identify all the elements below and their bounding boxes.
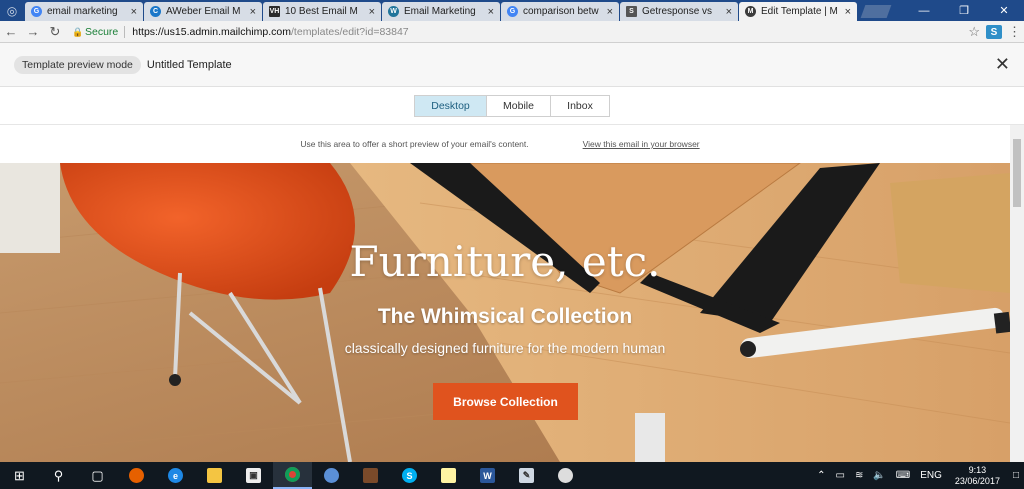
close-window-icon[interactable]: ✕	[984, 0, 1024, 21]
media-app-icon[interactable]	[351, 462, 390, 489]
tab-title: Email Marketing	[404, 6, 476, 17]
hero-title: Furniture, etc.	[349, 237, 661, 286]
view-switcher: Desktop Mobile Inbox	[414, 94, 610, 117]
tab-close-icon[interactable]: ×	[607, 6, 613, 18]
keyboard-icon[interactable]: ⌨	[896, 470, 910, 481]
close-preview-icon[interactable]: ✕	[995, 55, 1010, 73]
notifications-icon[interactable]: □	[1013, 470, 1019, 481]
tab-title: Edit Template | M	[761, 6, 838, 17]
address-bar[interactable]: 🔒 Secure https://us15.admin.mailchimp.co…	[72, 23, 409, 41]
sticky-notes-icon[interactable]	[429, 462, 468, 489]
wordpress-icon: W	[388, 6, 399, 17]
tab-title: comparison betw	[523, 6, 599, 17]
tab-desktop[interactable]: Desktop	[415, 95, 487, 116]
window-controls: — ❐ ✕	[904, 0, 1024, 21]
email-preheader: Use this area to offer a short preview o…	[0, 125, 1010, 163]
hero-subtitle: The Whimsical Collection	[377, 305, 633, 328]
minimize-icon[interactable]: —	[904, 0, 944, 21]
browser-tab-active[interactable]: M Edit Template | M ×	[739, 2, 857, 21]
clock-time: 9:13	[968, 464, 987, 475]
browser-tab-strip: ◎ G email marketing × C AWeber Email M ×…	[0, 0, 1024, 21]
word-icon[interactable]: W	[468, 462, 507, 489]
preheader-text: Use this area to offer a short preview o…	[300, 139, 529, 149]
hero-tagline: classically designed furniture for the m…	[344, 340, 666, 356]
view-in-browser-link[interactable]: View this email in your browser	[583, 139, 700, 149]
reload-icon[interactable]: ↻	[44, 21, 66, 43]
tab-title: Getresponse vs	[642, 6, 713, 17]
app-icon[interactable]	[546, 462, 585, 489]
template-name: Untitled Template	[146, 58, 232, 71]
vh-icon: VH	[269, 6, 280, 17]
google-icon: G	[31, 6, 42, 17]
language-indicator[interactable]: ENG	[920, 470, 942, 481]
paint-icon[interactable]: ✎	[507, 462, 546, 489]
tab-close-icon[interactable]: ×	[131, 6, 137, 18]
browser-menu-icon[interactable]: ⋮	[1008, 24, 1021, 40]
url-path: /templates/edit?id=83847	[291, 25, 409, 38]
scrollbar-thumb[interactable]	[1013, 139, 1021, 207]
taskbar: ⊞ ⚲ ▢ e ▣ S W ✎ ⌃ ▭ ≋ 🔈 ⌨ ENG 9:13 23/06…	[0, 462, 1024, 489]
battery-icon[interactable]: ▭	[836, 470, 845, 481]
browser-tab[interactable]: G comparison betw ×	[501, 2, 619, 21]
browser-toolbar: ← → ↻ 🔒 Secure https://us15.admin.mailch…	[0, 21, 1024, 43]
toolbar-actions: ☆ S ⋮	[968, 21, 1021, 43]
system-tray: ⌃ ▭ ≋ 🔈 ⌨ ENG 9:13 23/06/2017 □	[812, 462, 1024, 489]
edge-icon[interactable]: e	[156, 462, 195, 489]
tab-close-icon[interactable]: ×	[369, 6, 375, 18]
google-icon: G	[507, 6, 518, 17]
tab-close-icon[interactable]: ×	[250, 6, 256, 18]
lock-icon: 🔒	[72, 27, 84, 37]
tab-title: AWeber Email M	[166, 6, 241, 17]
scrollbar[interactable]	[1010, 125, 1024, 462]
view-switcher-bar: Desktop Mobile Inbox	[0, 87, 1024, 125]
browser-tab[interactable]: C AWeber Email M ×	[144, 2, 262, 21]
tab-close-icon[interactable]: ×	[726, 6, 732, 18]
preview-header: Template preview mode Untitled Template …	[0, 43, 1024, 87]
browse-collection-button[interactable]: Browse Collection	[433, 383, 578, 420]
back-icon[interactable]: ←	[0, 21, 22, 43]
tab-close-icon[interactable]: ×	[488, 6, 494, 18]
extension-s-icon[interactable]: S	[986, 25, 1002, 39]
firefox-icon[interactable]	[117, 462, 156, 489]
mailchimp-icon: M	[745, 6, 756, 17]
incognito-icon: ◎	[6, 3, 18, 18]
email-preview: Use this area to offer a short preview o…	[0, 125, 1010, 462]
search-icon[interactable]: ⚲	[39, 462, 78, 489]
browser-tab[interactable]: VH 10 Best Email M ×	[263, 2, 381, 21]
browser-tab[interactable]: G email marketing ×	[25, 2, 143, 21]
hero-section: Furniture, etc. The Whimsical Collection…	[0, 163, 1010, 462]
bookmark-star-icon[interactable]: ☆	[968, 24, 980, 40]
wifi-icon[interactable]: ≋	[855, 470, 863, 481]
globe-app-icon[interactable]	[312, 462, 351, 489]
task-view-icon[interactable]: ▢	[78, 462, 117, 489]
clock[interactable]: 9:13 23/06/2017	[955, 465, 1000, 487]
tab-title: email marketing	[47, 6, 118, 17]
tab-inbox[interactable]: Inbox	[551, 95, 609, 116]
secure-label: Secure	[85, 25, 119, 38]
windows-start-icon[interactable]: ⊞	[0, 462, 39, 489]
show-hidden-icons-icon[interactable]: ⌃	[817, 470, 825, 481]
browser-tab[interactable]: S Getresponse vs ×	[620, 2, 738, 21]
forward-icon[interactable]: →	[22, 21, 44, 43]
tab-mobile[interactable]: Mobile	[487, 95, 551, 116]
clock-date: 23/06/2017	[954, 475, 1000, 486]
preview-mode-badge: Template preview mode	[14, 55, 141, 74]
new-tab-button[interactable]	[860, 5, 892, 18]
chrome-icon[interactable]	[273, 462, 312, 489]
store-icon[interactable]: ▣	[234, 462, 273, 489]
restore-icon[interactable]: ❐	[944, 0, 984, 21]
address-separator	[124, 25, 126, 38]
tab-close-icon[interactable]: ×	[845, 6, 851, 18]
file-explorer-icon[interactable]	[195, 462, 234, 489]
browser-tab[interactable]: W Email Marketing ×	[382, 2, 500, 21]
url-host: https://us15.admin.mailchimp.com	[132, 25, 292, 38]
skype-icon[interactable]: S	[390, 462, 429, 489]
volume-icon[interactable]: 🔈	[873, 470, 885, 481]
tab-title: 10 Best Email M	[285, 6, 358, 17]
s-icon: S	[626, 6, 637, 17]
aweber-icon: C	[150, 6, 161, 17]
